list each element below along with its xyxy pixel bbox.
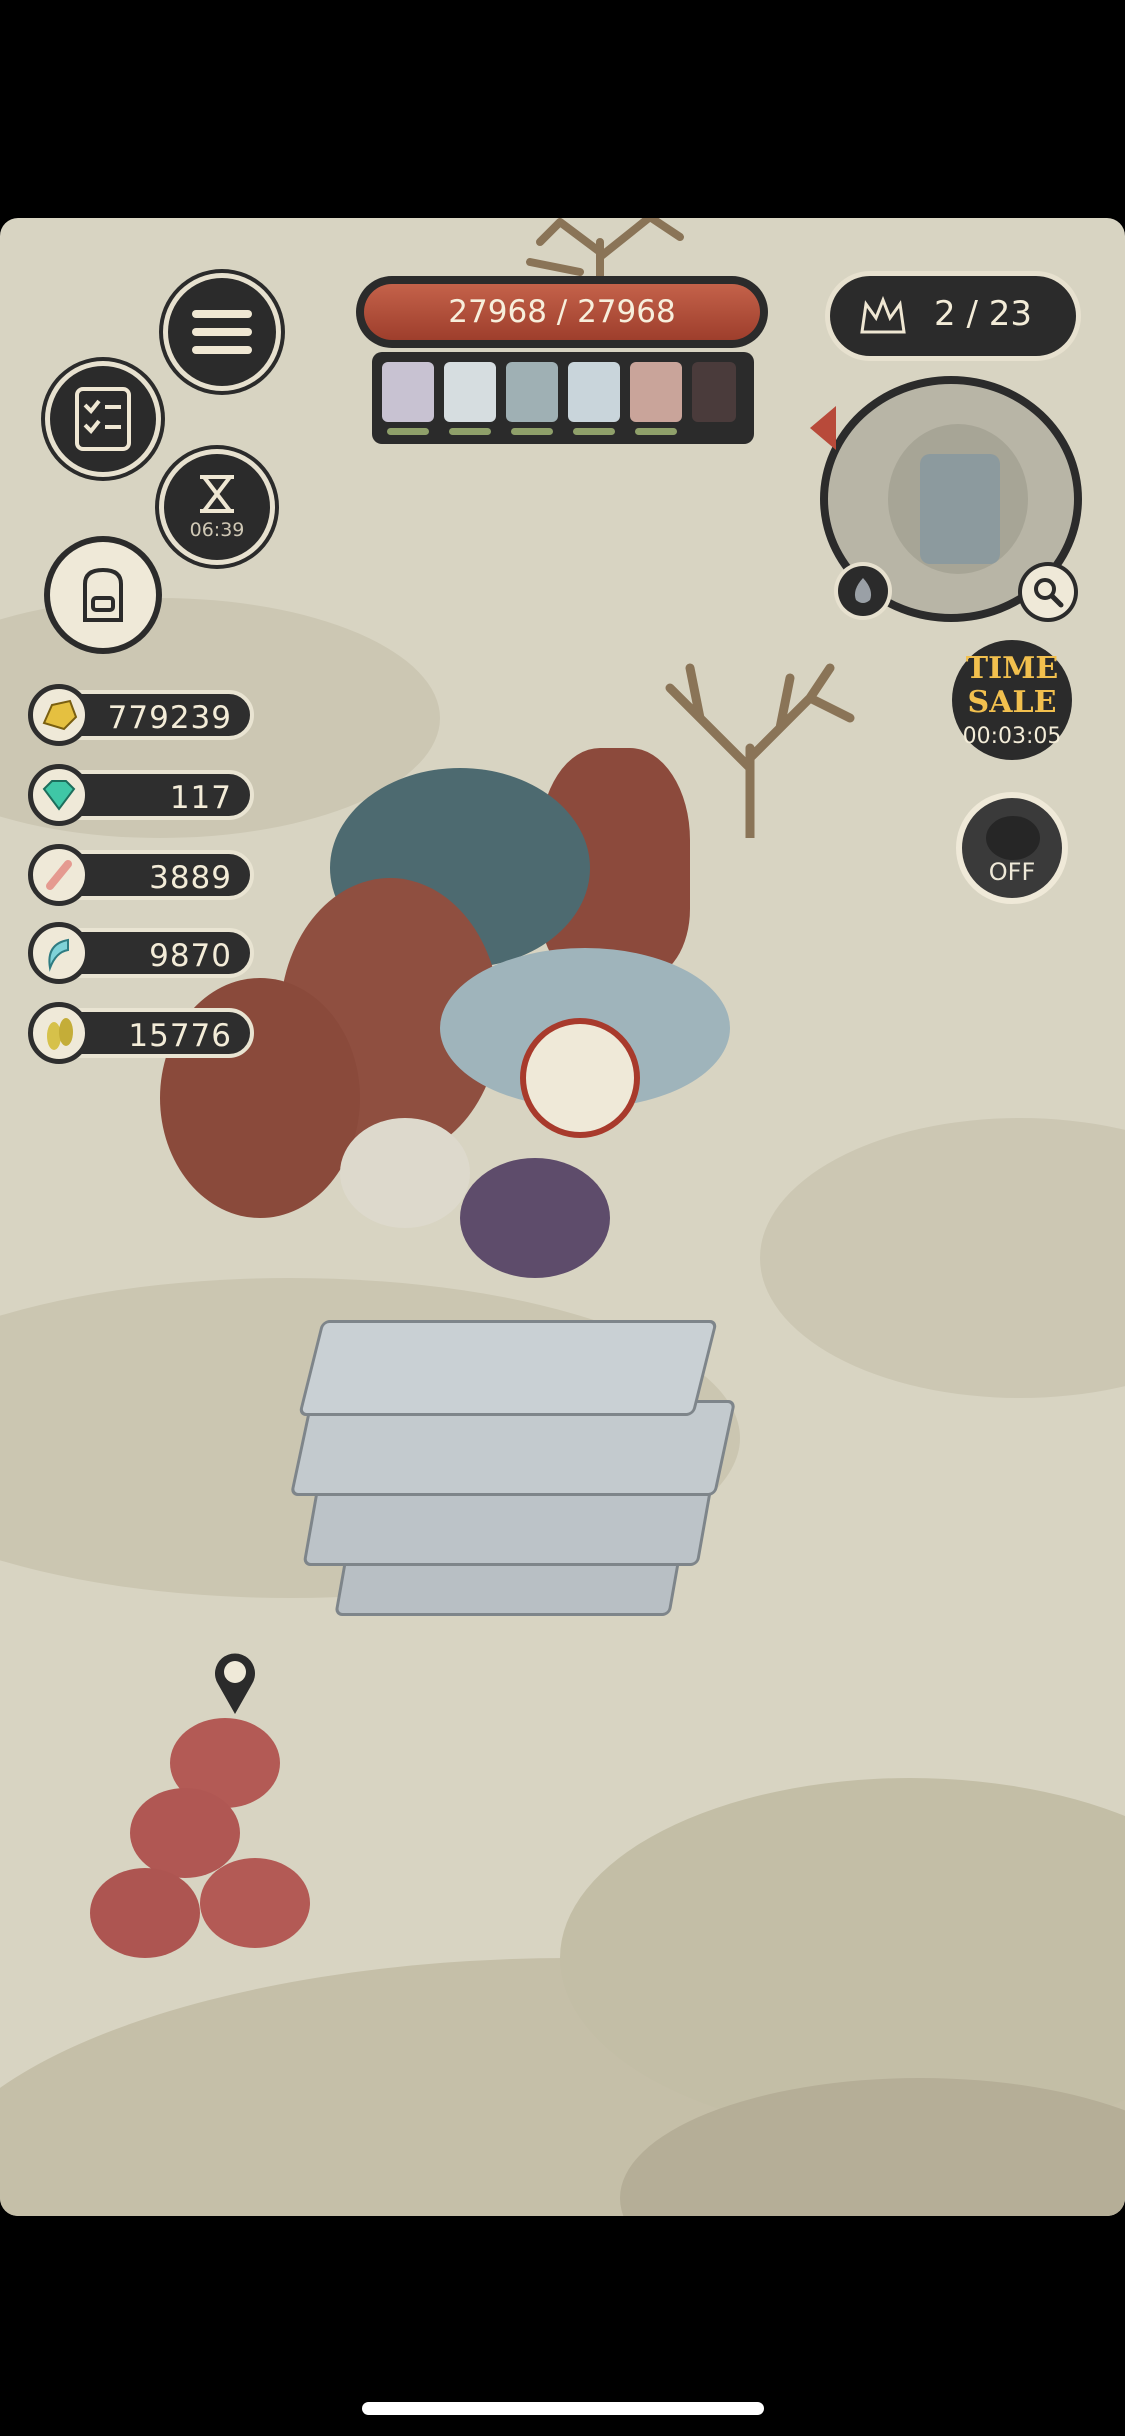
- party-slot-hp: [635, 428, 677, 435]
- party-slots: [372, 352, 754, 444]
- auto-toggle-label: OFF: [988, 858, 1036, 886]
- fire-ability-button[interactable]: [838, 566, 888, 616]
- ground-patch: [760, 1118, 1125, 1398]
- party-slot-locked[interactable]: [692, 362, 736, 422]
- flame-icon: [854, 578, 872, 603]
- hourglass-flame-icon: [200, 475, 234, 513]
- monster-silhouette-icon: [986, 816, 1040, 860]
- enemy-crab-group[interactable]: [90, 1718, 320, 2018]
- santa-mascot: [520, 1018, 640, 1138]
- time-sale-line2: SALE: [967, 684, 1057, 720]
- crown-web-icon: [860, 295, 906, 334]
- party-slot-walrus[interactable]: [382, 362, 434, 422]
- backpack-button[interactable]: [50, 542, 156, 648]
- party-slot-hp: [573, 428, 615, 435]
- hamburger-icon: [192, 310, 252, 354]
- quest-button[interactable]: [50, 366, 156, 472]
- elephant: [340, 1118, 470, 1228]
- party-slot-ice-drake[interactable]: [444, 362, 496, 422]
- quest-checklist-icon: [75, 387, 131, 451]
- boss-hp-text: 27968 / 27968: [448, 294, 676, 330]
- menu-button[interactable]: [168, 278, 276, 386]
- home-indicator[interactable]: [362, 2402, 764, 2415]
- stone-slab-stack: [289, 1300, 737, 1640]
- scale-value: 15776: [128, 1018, 232, 1054]
- party-slot-tyrant[interactable]: [506, 362, 558, 422]
- crab-enemy: [90, 1868, 200, 1958]
- gem-value: 117: [169, 780, 232, 816]
- fang-icon: [28, 922, 90, 984]
- purple-walrus: [460, 1158, 610, 1278]
- event-timer-button[interactable]: 06:39: [164, 454, 270, 560]
- gold-value: 779239: [107, 700, 232, 736]
- party-slot-hp: [387, 428, 429, 435]
- time-sale-countdown: 00:03:05: [962, 723, 1062, 749]
- backpack-icon: [83, 567, 123, 622]
- resource-gem: 117: [28, 764, 258, 826]
- fang-value: 9870: [149, 938, 232, 974]
- auto-battle-toggle[interactable]: OFF: [956, 792, 1068, 904]
- scale-icon: [28, 1002, 90, 1064]
- party-slot-blood-dragon[interactable]: [630, 362, 682, 422]
- gem-icon: [28, 764, 90, 826]
- gold-nugget-icon: [28, 684, 90, 746]
- bone-icon: [28, 844, 90, 906]
- resource-scale: 15776: [28, 1002, 258, 1064]
- party-slot-serpent[interactable]: [568, 362, 620, 422]
- day-night-arrow-icon: [810, 406, 836, 450]
- wave-text: 2 / 23: [934, 294, 1032, 334]
- search-icon: [1034, 578, 1064, 608]
- party-slot-hp: [511, 428, 553, 435]
- time-sale-line1: TIME: [965, 650, 1059, 686]
- boss-hp-bar: 27968 / 27968: [356, 276, 768, 348]
- resource-bone: 3889: [28, 844, 258, 906]
- crab-enemy: [130, 1788, 240, 1878]
- enemy-marker-icon[interactable]: [210, 1650, 260, 1716]
- boss-hp-fill: 27968 / 27968: [364, 284, 760, 340]
- party-slot-hp: [449, 428, 491, 435]
- event-timer-text: 06:39: [189, 519, 245, 541]
- resource-gold: 779239: [28, 684, 258, 746]
- crab-enemy: [200, 1858, 310, 1948]
- wave-counter: 2 / 23: [830, 276, 1076, 356]
- time-sale-button[interactable]: TIME SALE 00:03:05: [952, 640, 1072, 760]
- resource-fang: 9870: [28, 922, 258, 984]
- zoom-button[interactable]: [1022, 566, 1074, 618]
- bone-value: 3889: [149, 860, 232, 896]
